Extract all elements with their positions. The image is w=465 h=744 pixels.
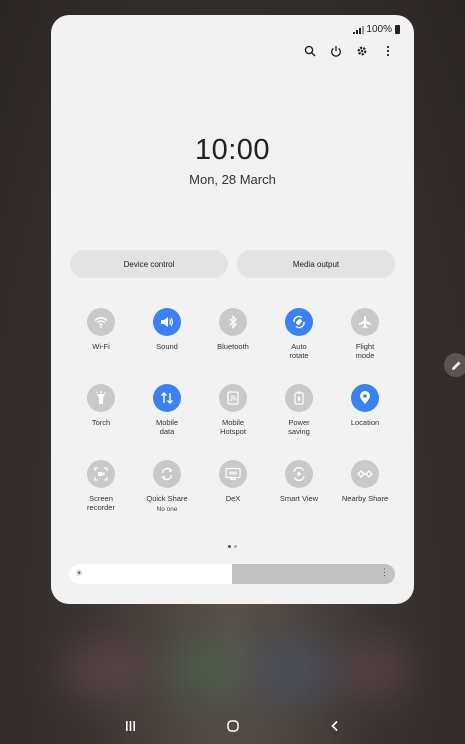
edit-pencil-button[interactable] xyxy=(444,353,465,377)
quick-settings-panel: 100% 10:00 Mon, 28 March Device control … xyxy=(51,15,414,604)
tile-label: DeX xyxy=(225,494,241,503)
status-bar: 100% xyxy=(353,24,400,35)
page-indicator xyxy=(51,535,414,553)
recents-icon[interactable] xyxy=(125,720,136,732)
pencil-icon xyxy=(451,361,460,370)
tile-torch[interactable]: Torch xyxy=(68,384,134,427)
tile-label: Torch xyxy=(91,418,111,427)
brightness-fill xyxy=(69,564,232,584)
brightness-more-icon[interactable]: ⋮ xyxy=(380,567,389,578)
tile-quick-share[interactable]: Quick Share No one xyxy=(134,460,200,513)
tile-label: Bluetooth xyxy=(217,342,249,351)
tile-mobile-hotspot[interactable]: Mobile Hotspot xyxy=(200,384,266,436)
page-dot-active xyxy=(228,545,231,548)
device-control-button[interactable]: Device control xyxy=(70,250,228,278)
battery-icon xyxy=(395,25,400,34)
gear-icon[interactable] xyxy=(356,45,368,57)
bluetooth-icon xyxy=(219,308,247,336)
tile-power-saving[interactable]: Power saving xyxy=(266,384,332,436)
signal-icon xyxy=(353,25,365,34)
header-icons xyxy=(304,45,394,57)
tile-dex[interactable]: DeX xyxy=(200,460,266,503)
wallpaper-blob xyxy=(60,640,150,700)
tile-label: Smart View xyxy=(279,494,319,503)
tile-label: Nearby Share xyxy=(341,494,389,503)
tile-smart-view[interactable]: Smart View xyxy=(266,460,332,503)
media-output-button[interactable]: Media output xyxy=(237,250,395,278)
tile-sound[interactable]: Sound xyxy=(134,308,200,351)
sound-icon xyxy=(153,308,181,336)
home-icon[interactable] xyxy=(227,720,239,732)
tile-label: Mobile data xyxy=(155,418,179,436)
tile-label: Power saving xyxy=(288,418,310,436)
wallpaper-blob xyxy=(170,640,250,700)
power-icon[interactable] xyxy=(330,45,342,57)
torch-icon xyxy=(87,384,115,412)
hotspot-icon xyxy=(219,384,247,412)
power-saving-icon xyxy=(285,384,313,412)
clock-date: Mon, 28 March xyxy=(189,172,276,187)
tile-label: Location xyxy=(350,418,380,427)
navigation-bar xyxy=(0,714,465,744)
tile-label: Sound xyxy=(156,342,178,351)
back-icon[interactable] xyxy=(330,720,340,732)
tile-label: Flight mode xyxy=(355,342,375,360)
mobile-data-icon xyxy=(153,384,181,412)
wallpaper-blob xyxy=(340,640,410,700)
brightness-slider[interactable]: ☀ ⋮ xyxy=(69,564,395,584)
wallpaper-blob xyxy=(250,640,340,700)
tile-auto-rotate[interactable]: Auto rotate xyxy=(266,308,332,360)
auto-rotate-icon xyxy=(285,308,313,336)
tile-wifi[interactable]: Wi-Fi xyxy=(68,308,134,351)
quick-share-icon xyxy=(153,460,181,488)
sun-icon: ☀ xyxy=(75,568,84,578)
tile-label: Mobile Hotspot xyxy=(220,418,246,436)
tile-label: Quick Share xyxy=(146,494,188,503)
tile-sublabel: No one xyxy=(156,506,178,513)
more-vertical-icon[interactable] xyxy=(382,45,394,57)
wifi-icon xyxy=(87,308,115,336)
tile-label: Screen recorder xyxy=(87,494,115,512)
airplane-icon xyxy=(351,308,379,336)
tile-label: Auto rotate xyxy=(289,342,309,360)
tile-location[interactable]: Location xyxy=(332,384,398,427)
smart-view-icon xyxy=(285,460,313,488)
dex-icon xyxy=(219,460,247,488)
location-icon xyxy=(351,384,379,412)
tile-screen-recorder[interactable]: Screen recorder xyxy=(68,460,134,512)
tile-bluetooth[interactable]: Bluetooth xyxy=(200,308,266,351)
tile-mobile-data[interactable]: Mobile data xyxy=(134,384,200,436)
tile-label: Wi-Fi xyxy=(92,342,110,351)
screen-recorder-icon xyxy=(87,460,115,488)
tile-nearby-share[interactable]: Nearby Share xyxy=(332,460,398,503)
nearby-share-icon xyxy=(351,460,379,488)
search-icon[interactable] xyxy=(304,45,316,57)
clock-time[interactable]: 10:00 xyxy=(51,134,414,167)
battery-percent: 100% xyxy=(366,24,392,35)
tile-flight-mode[interactable]: Flight mode xyxy=(332,308,398,360)
page-dot xyxy=(234,545,237,548)
